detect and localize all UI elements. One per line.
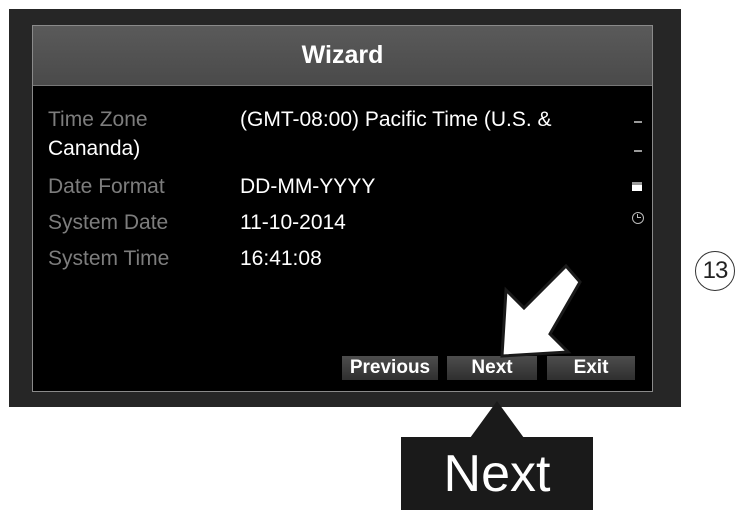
pointer-arrow-icon [470,263,582,438]
next-callout: Next [401,437,593,510]
step-number-badge: 13 [695,251,735,291]
